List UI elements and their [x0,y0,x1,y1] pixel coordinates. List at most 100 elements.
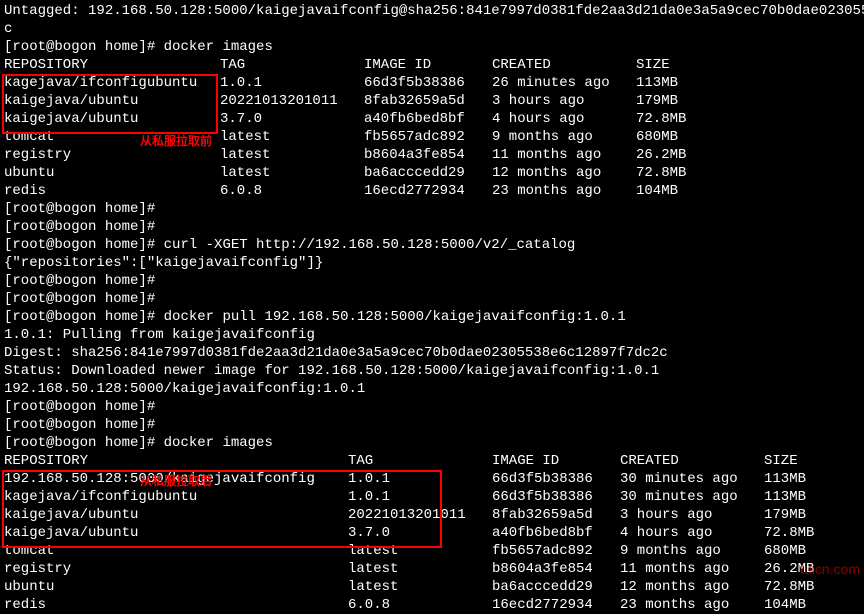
cell-id: 66d3f5b38386 [364,74,492,92]
prompt: [root@bogon home]# [4,237,164,253]
table-row: tomcatlatestfb5657adc8929 months ago680M… [4,542,860,560]
cell-id: 8fab32659a5d [492,506,620,524]
hdr-id: IMAGE ID [492,452,620,470]
cell-id: 16ecd2772934 [364,182,492,200]
table1-header: REPOSITORYTAGIMAGE IDCREATEDSIZE [4,56,860,74]
cell-created: 9 months ago [492,128,636,146]
cell-created: 26 minutes ago [492,74,636,92]
cell-created: 12 months ago [620,578,764,596]
annotation-after: 从私服拉取后 [140,472,212,490]
prompt-empty[interactable]: [root@bogon home]# [4,416,860,434]
table-row: registrylatestb8604a3fe85411 months ago2… [4,146,860,164]
table2-header: REPOSITORYTAGIMAGE IDCREATEDSIZE [4,452,860,470]
cell-id: 16ecd2772934 [492,596,620,614]
cell-tag: 20221013201011 [220,92,364,110]
table-row: registrylatestb8604a3fe85411 months ago2… [4,560,860,578]
cell-created: 4 hours ago [492,110,636,128]
cell-id: 66d3f5b38386 [492,488,620,506]
cell-tag: 3.7.0 [348,524,492,542]
cell-repo: tomcat [4,542,348,560]
hdr-size: SIZE [764,452,798,470]
cell-tag: latest [348,578,492,596]
prompt-line[interactable]: [root@bogon home]# curl -XGET http://192… [4,236,860,254]
cell-tag: 1.0.1 [348,488,492,506]
cell-repo: kagejava/ifconfigubuntu [4,74,220,92]
cell-repo: registry [4,560,348,578]
cell-repo: kagejava/ifconfigubuntu [4,488,348,506]
cell-created: 9 months ago [620,542,764,560]
hdr-size: SIZE [636,56,670,74]
cell-size: 113MB [764,470,806,488]
cell-tag: latest [348,542,492,560]
table-row: kagejava/ifconfigubuntu1.0.166d3f5b38386… [4,488,860,506]
table-row: kaigejava/ubuntu202210132010118fab32659a… [4,506,860,524]
cell-created: 3 hours ago [492,92,636,110]
cell-created: 11 months ago [620,560,764,578]
prompt: [root@bogon home]# [4,435,164,451]
cell-id: ba6acccedd29 [492,578,620,596]
cell-size: 26.2MB [636,146,686,164]
cmd-docker-images: docker images [164,39,273,55]
hdr-repo: REPOSITORY [4,56,220,74]
pull-out: 1.0.1: Pulling from kaigejavaifconfig [4,326,860,344]
prompt-line[interactable]: [root@bogon home]# docker images [4,38,860,56]
c-line: c [4,20,860,38]
cell-size: 104MB [764,596,806,614]
prompt-empty[interactable]: [root@bogon home]# [4,290,860,308]
cell-size: 72.8MB [636,110,686,128]
cell-id: a40fb6bed8bf [492,524,620,542]
cell-created: 11 months ago [492,146,636,164]
cmd-curl: curl -XGET http://192.168.50.128:5000/v2… [164,237,576,253]
cell-tag: 1.0.1 [220,74,364,92]
cell-size: 113MB [636,74,678,92]
cell-repo: ubuntu [4,164,220,182]
cell-repo: kaigejava/ubuntu [4,110,220,128]
cell-id: b8604a3fe854 [364,146,492,164]
cell-created: 23 months ago [492,182,636,200]
cell-repo: redis [4,596,348,614]
cell-size: 680MB [764,542,806,560]
cell-size: 179MB [764,506,806,524]
table-row: kaigejava/ubuntu3.7.0a40fb6bed8bf4 hours… [4,524,860,542]
cell-created: 4 hours ago [620,524,764,542]
cell-created: 12 months ago [492,164,636,182]
cell-repo: redis [4,182,220,200]
cell-id: fb5657adc892 [364,128,492,146]
hdr-repo: REPOSITORY [4,452,348,470]
prompt-empty[interactable]: [root@bogon home]# [4,398,860,416]
table-row: tomcatlatestfb5657adc8929 months ago680M… [4,128,860,146]
cell-repo: kaigejava/ubuntu [4,524,348,542]
prompt-empty[interactable]: [root@bogon home]# [4,218,860,236]
cell-size: 113MB [764,488,806,506]
cell-size: 72.8MB [636,164,686,182]
cell-tag: 6.0.8 [348,596,492,614]
table-row: 192.168.50.128:5000/kaigejavaifconfig1.0… [4,470,860,488]
cell-tag: 3.7.0 [220,110,364,128]
table-row: ubuntulatestba6acccedd2912 months ago72.… [4,164,860,182]
cell-size: 72.8MB [764,578,814,596]
pull-out: Status: Downloaded newer image for 192.1… [4,362,860,380]
prompt-empty[interactable]: [root@bogon home]# [4,200,860,218]
cell-created: 30 minutes ago [620,488,764,506]
pull-out: Digest: sha256:841e7997d0381fde2aa3d21da… [4,344,860,362]
hdr-tag: TAG [348,452,492,470]
cell-size: 680MB [636,128,678,146]
cell-repo: kaigejava/ubuntu [4,92,220,110]
table-row: ubuntulatestba6acccedd2912 months ago72.… [4,578,860,596]
hdr-tag: TAG [220,56,364,74]
prompt-line[interactable]: [root@bogon home]# docker images [4,434,860,452]
cell-repo: ubuntu [4,578,348,596]
prompt-empty[interactable]: [root@bogon home]# [4,272,860,290]
cmd-docker-pull: docker pull 192.168.50.128:5000/kaigejav… [164,309,626,325]
cell-tag: latest [348,560,492,578]
cell-created: 23 months ago [620,596,764,614]
cell-tag: 20221013201011 [348,506,492,524]
prompt-line[interactable]: [root@bogon home]# docker pull 192.168.5… [4,308,860,326]
cell-size: 72.8MB [764,524,814,542]
table-row: redis6.0.816ecd277293423 months ago104MB [4,182,860,200]
annotation-before: 从私服拉取前 [140,132,212,150]
cell-id: fb5657adc892 [492,542,620,560]
cell-tag: 6.0.8 [220,182,364,200]
cell-tag: latest [220,146,364,164]
cell-id: 66d3f5b38386 [492,470,620,488]
